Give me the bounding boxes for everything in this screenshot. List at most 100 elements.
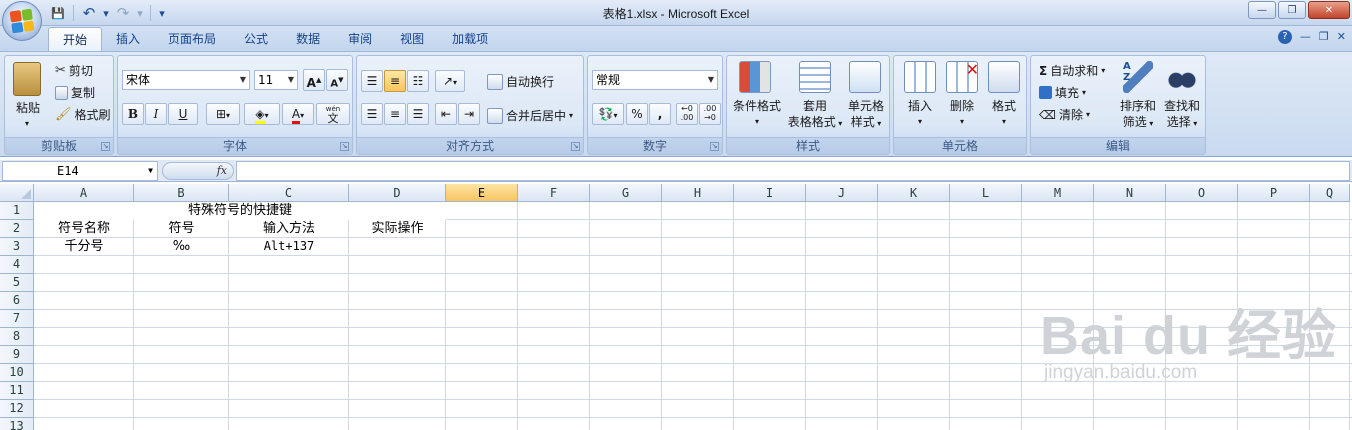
name-box[interactable]: E14 ▼: [2, 161, 158, 181]
binoculars-icon[interactable]: [1167, 61, 1197, 93]
tab-addins[interactable]: 加载项: [438, 27, 502, 52]
orientation-button[interactable]: ↗▾: [435, 70, 465, 92]
cell-d2[interactable]: 实际操作: [349, 220, 446, 238]
format-as-table-icon[interactable]: [799, 61, 831, 93]
sort-filter-button[interactable]: 筛选 ▾: [1115, 114, 1161, 132]
fill-button[interactable]: 填充 ▾: [1039, 84, 1086, 101]
column-header-c[interactable]: C: [229, 184, 349, 202]
font-size-combo[interactable]: 11 ▼: [254, 70, 298, 90]
align-center-button[interactable]: ≡: [384, 103, 406, 125]
cell-styles-line1[interactable]: 单元格: [843, 98, 889, 114]
column-header-q[interactable]: Q: [1310, 184, 1350, 202]
merge-center-button[interactable]: 合并后居中 ▾: [487, 107, 573, 124]
column-header-p[interactable]: P: [1238, 184, 1310, 202]
find-select-line1[interactable]: 查找和: [1161, 98, 1203, 114]
format-as-table-line1[interactable]: 套用: [795, 98, 835, 114]
column-header-a[interactable]: A: [34, 184, 134, 202]
font-color-button[interactable]: A▾: [282, 103, 314, 125]
cell-b3[interactable]: ‰: [134, 238, 229, 256]
column-header-o[interactable]: O: [1166, 184, 1238, 202]
doc-restore-icon[interactable]: ❐: [1319, 30, 1329, 44]
row-header-13[interactable]: 13: [0, 418, 34, 430]
italic-button[interactable]: I: [145, 103, 167, 125]
row-header-2[interactable]: 2: [0, 220, 34, 238]
close-icon[interactable]: ✕: [1308, 1, 1350, 19]
decrease-indent-button[interactable]: ⇤: [435, 103, 457, 125]
format-cells-button[interactable]: 格式: [984, 98, 1024, 114]
column-header-m[interactable]: M: [1022, 184, 1094, 202]
column-header-j[interactable]: J: [806, 184, 878, 202]
cell-title-r1[interactable]: 特殊符号的快捷键: [34, 202, 446, 220]
office-button[interactable]: [2, 1, 42, 41]
copy-button[interactable]: 复制: [55, 84, 95, 101]
delete-cells-icon[interactable]: ✕: [946, 60, 979, 93]
paste-dropdown-icon[interactable]: ▾: [19, 116, 35, 132]
fill-color-button[interactable]: ◈▾: [244, 103, 280, 125]
insert-cells-icon[interactable]: [904, 61, 936, 93]
clipboard-launcher-icon[interactable]: ↘: [101, 142, 110, 151]
worksheet-grid[interactable]: A B C D E F G H I J K L M N O P Q 1 2 3 4 5 6 7 8 9 10 11 12 13 特殊符号的快…: [0, 184, 1352, 430]
conditional-format-icon[interactable]: [739, 61, 771, 93]
help-icon[interactable]: ?: [1277, 30, 1292, 44]
doc-close-icon[interactable]: ✕: [1337, 30, 1346, 44]
row-header-12[interactable]: 12: [0, 400, 34, 418]
insert-cells-button[interactable]: 插入: [900, 98, 940, 114]
column-header-l[interactable]: L: [950, 184, 1022, 202]
row-header-5[interactable]: 5: [0, 274, 34, 292]
row-header-4[interactable]: 4: [0, 256, 34, 274]
tab-review[interactable]: 审阅: [334, 27, 386, 52]
alignment-launcher-icon[interactable]: ↘: [571, 142, 580, 151]
cell-b2[interactable]: 符号: [134, 220, 229, 238]
row-header-7[interactable]: 7: [0, 310, 34, 328]
cell-styles-button[interactable]: 样式 ▾: [843, 114, 889, 132]
cut-button[interactable]: ✂ 剪切: [55, 62, 93, 79]
autosum-button[interactable]: Σ 自动求和 ▾: [1039, 62, 1105, 79]
paste-button[interactable]: 粘贴: [11, 100, 45, 116]
borders-button[interactable]: ⊞▾: [206, 103, 240, 125]
shrink-font-button[interactable]: A▼: [326, 69, 348, 91]
clear-button[interactable]: ⌫ 清除 ▾: [1039, 106, 1090, 123]
percent-style-button[interactable]: %: [626, 103, 648, 125]
phonetic-guide-button[interactable]: wén 文: [316, 103, 350, 125]
cell-a2[interactable]: 符号名称: [34, 220, 134, 238]
align-left-button[interactable]: ☰: [361, 103, 383, 125]
bold-button[interactable]: B: [122, 103, 144, 125]
tab-insert[interactable]: 插入: [102, 27, 154, 52]
find-select-button[interactable]: 选择 ▾: [1159, 114, 1205, 132]
format-cells-icon[interactable]: [988, 61, 1020, 93]
align-middle-button[interactable]: ≡: [384, 70, 406, 92]
column-header-n[interactable]: N: [1094, 184, 1166, 202]
cell-c3[interactable]: Alt+137: [229, 238, 349, 256]
conditional-format-button[interactable]: 条件格式: [729, 98, 785, 114]
restore-icon[interactable]: ❐: [1278, 1, 1306, 19]
align-right-button[interactable]: ☰: [407, 103, 429, 125]
column-header-g[interactable]: G: [590, 184, 662, 202]
grow-font-button[interactable]: A▲: [303, 69, 325, 91]
column-header-h[interactable]: H: [662, 184, 734, 202]
column-header-i[interactable]: I: [734, 184, 806, 202]
doc-minimize-icon[interactable]: —: [1300, 30, 1311, 44]
cell-styles-icon[interactable]: [849, 61, 881, 93]
row-header-1[interactable]: 1: [0, 202, 34, 220]
column-header-b[interactable]: B: [134, 184, 229, 202]
tab-formulas[interactable]: 公式: [230, 27, 282, 52]
number-launcher-icon[interactable]: ↘: [710, 142, 719, 151]
paste-icon[interactable]: [13, 62, 41, 96]
row-header-9[interactable]: 9: [0, 346, 34, 364]
row-header-10[interactable]: 10: [0, 364, 34, 382]
tab-view[interactable]: 视图: [386, 27, 438, 52]
tab-home[interactable]: 开始: [48, 27, 103, 52]
column-header-k[interactable]: K: [878, 184, 950, 202]
decrease-decimal-button[interactable]: .00 →0: [699, 103, 721, 125]
delete-cells-button[interactable]: 删除: [942, 98, 982, 114]
minimize-icon[interactable]: —: [1248, 1, 1276, 19]
cell-c2[interactable]: 输入方法: [229, 220, 349, 238]
row-header-11[interactable]: 11: [0, 382, 34, 400]
format-as-table-button[interactable]: 表格格式 ▾: [783, 114, 847, 132]
comma-style-button[interactable]: ,: [649, 103, 671, 125]
number-format-combo[interactable]: 常规 ▼: [592, 70, 718, 90]
column-header-e[interactable]: E: [446, 184, 518, 202]
align-bottom-button[interactable]: ☷: [407, 70, 429, 92]
font-name-combo[interactable]: 宋体 ▼: [122, 70, 250, 90]
row-header-3[interactable]: 3: [0, 238, 34, 256]
